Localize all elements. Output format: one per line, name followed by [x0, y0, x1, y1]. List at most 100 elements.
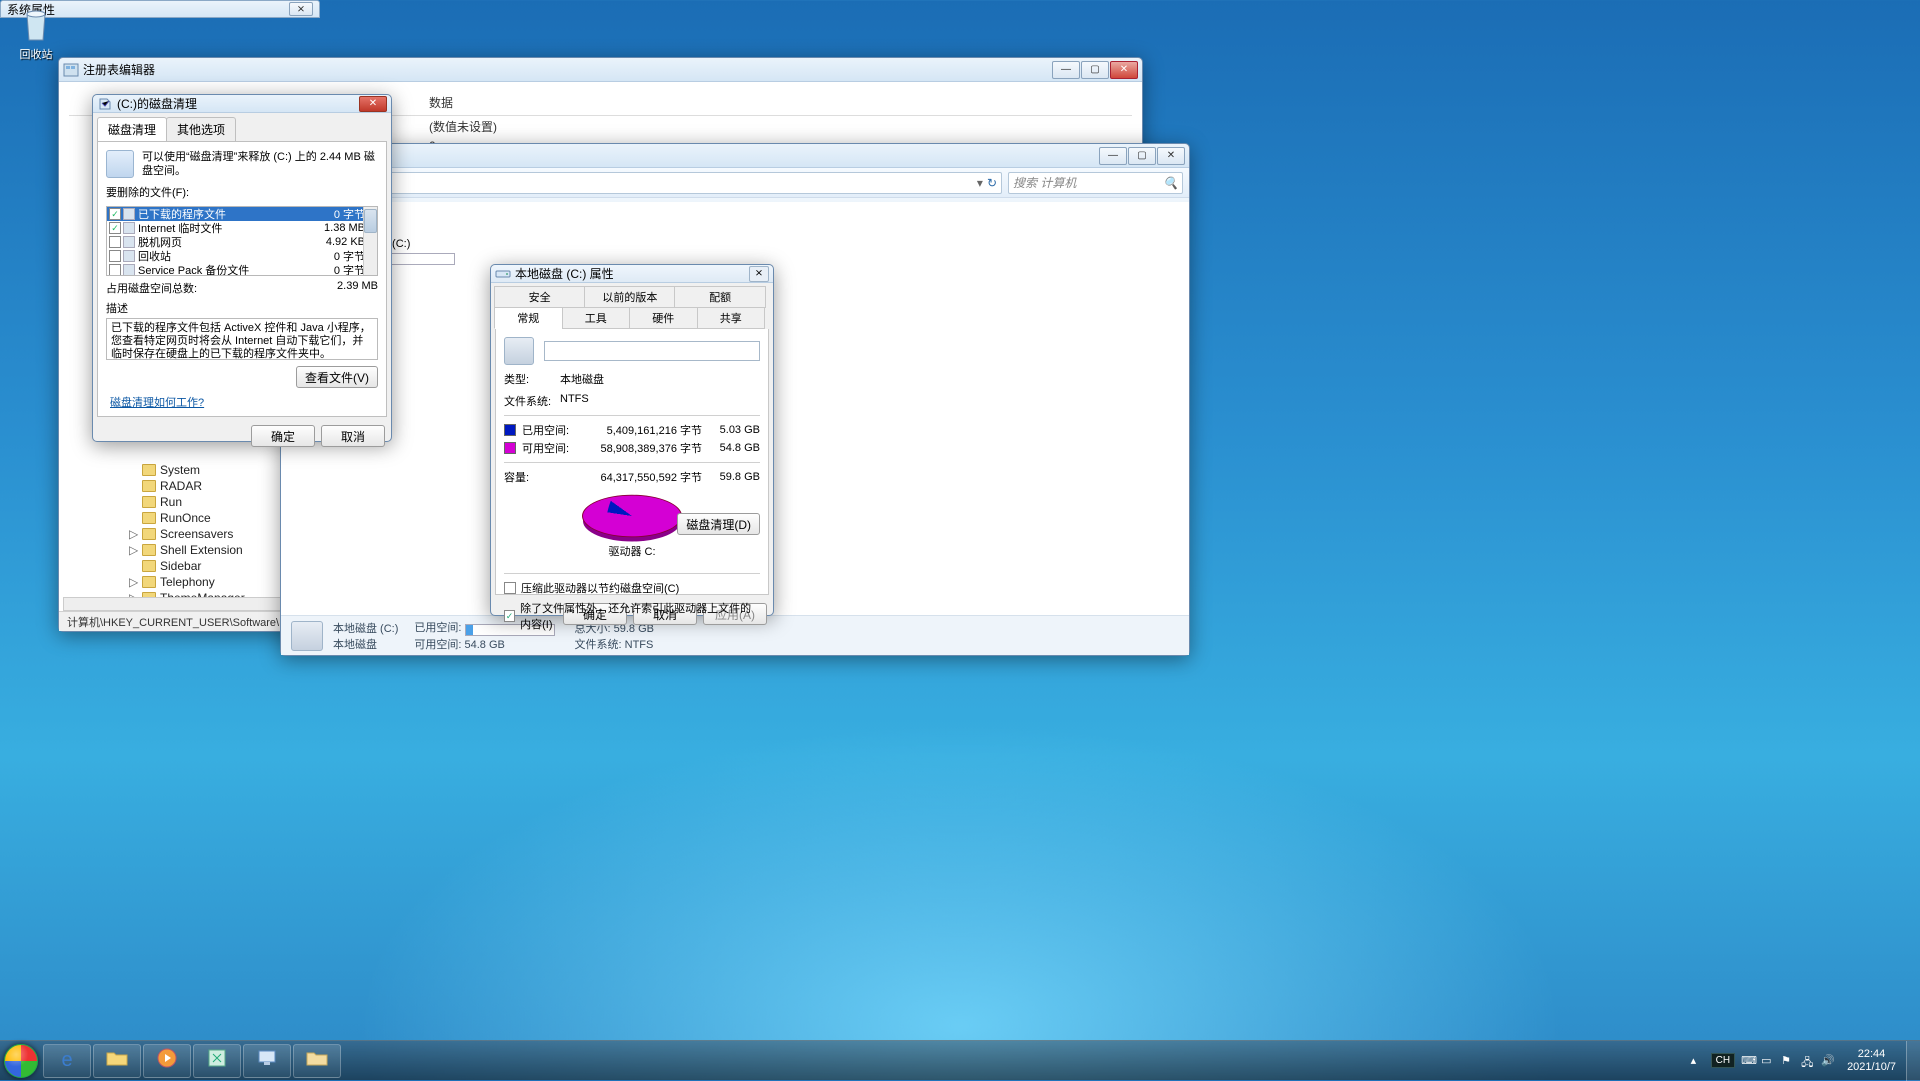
files-list[interactable]: ✓已下载的程序文件0 字节✓Internet 临时文件1.38 MB脱机网页4.… [106, 206, 378, 276]
disk-cleanup-button[interactable]: 磁盘清理(D) [677, 513, 760, 535]
tray-keyboard-icon[interactable]: ⌨ [1741, 1054, 1755, 1068]
tray-network-icon[interactable]: 🖧 [1801, 1054, 1815, 1068]
tab-cleanup[interactable]: 磁盘清理 [97, 117, 167, 141]
taskbar-app2[interactable] [243, 1044, 291, 1078]
tab-quota[interactable]: 配额 [674, 286, 765, 308]
details-fs-label: 文件系统: [575, 639, 622, 651]
tray-volume-icon[interactable]: 🔊 [1821, 1054, 1835, 1068]
show-desktop-button[interactable] [1906, 1041, 1920, 1081]
tray-expand-icon[interactable]: ▴ [1691, 1054, 1705, 1068]
breadcrumb[interactable]: ▶ ▾ ↻ [347, 172, 1002, 194]
file-checkbox[interactable]: ✓ [109, 222, 121, 234]
index-checkbox[interactable]: ✓ [504, 610, 515, 622]
tree-item[interactable]: ▷Shell Extension [67, 542, 277, 558]
drive-label-input[interactable] [544, 341, 760, 361]
expand-icon[interactable]: ▷ [129, 527, 138, 541]
used-label: 已用空间: [522, 422, 574, 438]
tree-item[interactable]: Run [67, 494, 277, 510]
tree-label: System [160, 463, 200, 477]
tree-label: Run [160, 495, 182, 509]
driveprops-title: 本地磁盘 (C:) 属性 [515, 265, 614, 282]
data-row[interactable]: (数值未设置) [429, 116, 1132, 137]
start-button[interactable] [0, 1041, 42, 1081]
explorer-titlebar[interactable]: — ▢ ✕ [281, 144, 1189, 168]
expand-icon[interactable]: ▷ [129, 575, 138, 589]
type-value: 本地磁盘 [560, 371, 604, 387]
tab-previous[interactable]: 以前的版本 [584, 286, 675, 308]
tree-label: Sidebar [160, 559, 201, 573]
taskbar-wmp[interactable] [143, 1044, 191, 1078]
compress-label: 压缩此驱动器以节约磁盘空间(C) [521, 580, 679, 596]
tree-label: RunOnce [160, 511, 211, 525]
tab-security[interactable]: 安全 [494, 286, 585, 308]
regedit-titlebar[interactable]: 注册表编辑器 — ▢ ✕ [59, 58, 1142, 82]
app-icon [257, 1048, 277, 1073]
details-name: 本地磁盘 (C:) [333, 620, 398, 636]
taskbar-app3[interactable] [293, 1044, 341, 1078]
tab-sharing[interactable]: 共享 [697, 307, 766, 329]
file-size: 1.38 MB [309, 222, 365, 234]
expand-icon[interactable]: ▷ [129, 543, 138, 557]
tab-tools[interactable]: 工具 [562, 307, 631, 329]
app-icon [306, 1049, 328, 1072]
sysprops-close-button[interactable]: ⨯ [289, 2, 313, 16]
tab-general[interactable]: 常规 [494, 307, 563, 329]
tab-hardware[interactable]: 硬件 [629, 307, 698, 329]
tree-item[interactable]: RunOnce [67, 510, 277, 526]
file-checkbox[interactable]: ✓ [109, 208, 121, 220]
file-item[interactable]: Service Pack 备份文件0 字节 [107, 263, 377, 276]
close-button[interactable]: ✕ [359, 96, 387, 112]
taskbar-app1[interactable] [193, 1044, 241, 1078]
file-item[interactable]: 脱机网页4.92 KB [107, 235, 377, 249]
tray-flag-icon[interactable]: ⚑ [1781, 1054, 1795, 1068]
file-checkbox[interactable] [109, 250, 121, 262]
ie-icon: e [61, 1049, 72, 1072]
wmp-icon [157, 1048, 177, 1073]
close-button[interactable]: ✕ [1110, 61, 1138, 79]
file-item[interactable]: ✓已下载的程序文件0 字节 [107, 207, 377, 221]
cleanup-info-icon [106, 150, 134, 178]
tree-item[interactable]: ▷Screensavers [67, 526, 277, 542]
tray-battery-icon[interactable]: ▭ [1761, 1054, 1775, 1068]
group-hard-drives[interactable]: ▲硬盘 (1) [295, 216, 1175, 233]
taskbar-explorer[interactable] [93, 1044, 141, 1078]
file-item[interactable]: 回收站0 字节 [107, 249, 377, 263]
maximize-button[interactable]: ▢ [1081, 61, 1109, 79]
tab-other[interactable]: 其他选项 [166, 117, 236, 141]
cleanup-titlebar[interactable]: (C:)的磁盘清理 ✕ [93, 95, 391, 113]
tray-clock[interactable]: 22:44 2021/10/7 [1841, 1048, 1902, 1074]
close-button[interactable]: ⨯ [749, 266, 769, 282]
minimize-button[interactable]: — [1099, 147, 1127, 165]
search-input[interactable]: 搜索 计算机 🔍 [1008, 172, 1183, 194]
how-cleanup-works-link[interactable]: 磁盘清理如何工作? [110, 394, 204, 410]
tree-label: Telephony [160, 575, 215, 589]
scrollbar-thumb[interactable] [364, 209, 377, 233]
cancel-button[interactable]: 取消 [321, 425, 385, 447]
disk-cleanup-dialog: (C:)的磁盘清理 ✕ 磁盘清理 其他选项 可以使用“磁盘清理”来释放 (C:)… [92, 94, 392, 442]
file-item[interactable]: ✓Internet 临时文件1.38 MB [107, 221, 377, 235]
minimize-button[interactable]: — [1052, 61, 1080, 79]
close-button[interactable]: ✕ [1157, 147, 1185, 165]
recycle-bin[interactable]: 回收站 [6, 6, 66, 62]
maximize-button[interactable]: ▢ [1128, 147, 1156, 165]
refresh-icon[interactable]: ↻ [987, 176, 997, 190]
tree-item[interactable]: RADAR [67, 478, 277, 494]
fs-value: NTFS [560, 393, 589, 409]
tray-lang[interactable]: CH [1711, 1053, 1735, 1068]
col-data: 数据 [429, 94, 453, 111]
scrollbar-vertical[interactable] [363, 207, 377, 275]
file-checkbox[interactable] [109, 236, 121, 248]
capacity-pie-chart [582, 491, 682, 541]
view-files-button[interactable]: 查看文件(V) [296, 366, 378, 388]
tree-item[interactable]: Sidebar [67, 558, 277, 574]
details-used-label: 已用空间: [414, 622, 461, 634]
file-checkbox[interactable] [109, 264, 121, 276]
tray: ▴ CH ⌨ ▭ ⚑ 🖧 🔊 22:44 2021/10/7 [1687, 1048, 1906, 1074]
compress-checkbox[interactable] [504, 582, 516, 594]
breadcrumb-dropdown-icon[interactable]: ▾ [977, 176, 983, 190]
tree-item[interactable]: System [67, 462, 277, 478]
tree-item[interactable]: ▷ Telephony [67, 574, 277, 590]
driveprops-titlebar[interactable]: 本地磁盘 (C:) 属性 ⨯ [491, 265, 773, 283]
taskbar-ie[interactable]: e [43, 1044, 91, 1078]
ok-button[interactable]: 确定 [251, 425, 315, 447]
